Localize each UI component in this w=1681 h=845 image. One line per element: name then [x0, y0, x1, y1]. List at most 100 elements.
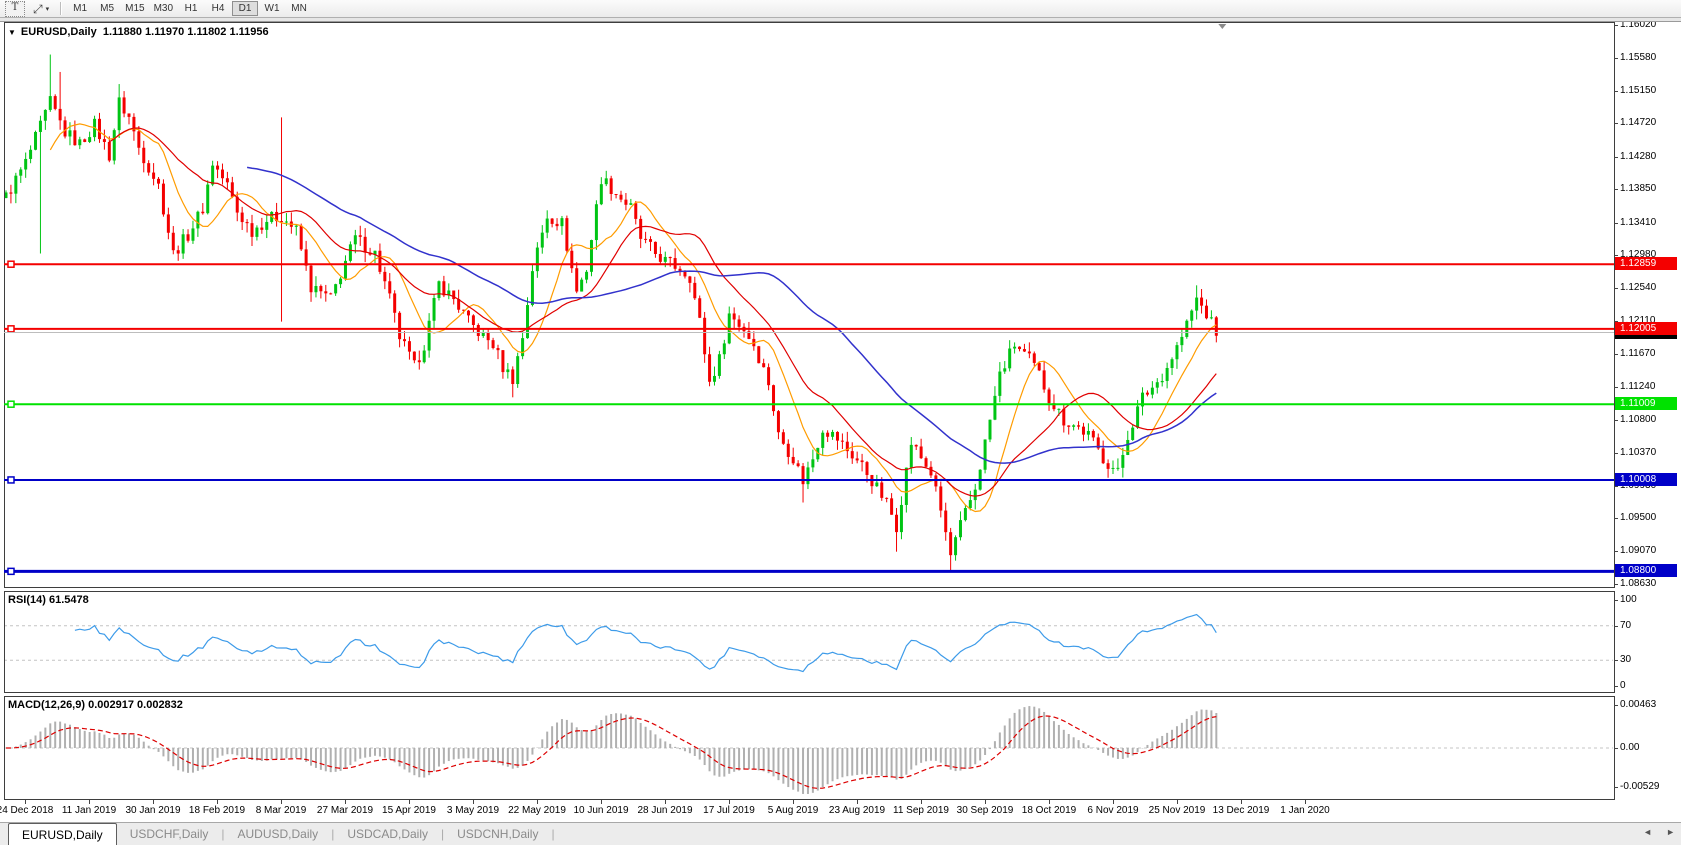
- chart-canvas[interactable]: [0, 0, 1681, 845]
- top-toolbar: T ⤢ ▾ M1 M5 M15 M30 H1 H4 D1 W1 MN: [0, 0, 1681, 18]
- level-price-label: 1.10008: [1615, 472, 1677, 486]
- rsi-tick-mark: [1614, 686, 1618, 687]
- price-tick-mark: [1614, 386, 1618, 388]
- cursor-tool-button[interactable]: ⤢ ▾: [33, 3, 49, 15]
- chart-title: ▼ EURUSD,Daily 1.11880 1.11970 1.11802 1.…: [8, 26, 269, 38]
- date-tick-mark: [345, 800, 346, 804]
- date-tick-label: 17 Jul 2019: [703, 805, 755, 816]
- chart-symbol: EURUSD,Daily: [20, 26, 97, 38]
- macd-layer: [5, 706, 1613, 794]
- date-tick-mark: [729, 800, 730, 804]
- timeframe-m15[interactable]: M15: [121, 1, 148, 16]
- price-tick-mark: [1614, 354, 1618, 356]
- scroll-right-icon[interactable]: ►: [1666, 827, 1675, 837]
- date-tick-mark: [921, 800, 922, 804]
- price-tick-mark: [1614, 550, 1618, 552]
- diagonal-arrows-icon: ⤢: [33, 1, 43, 16]
- timeframe-mn[interactable]: MN: [286, 1, 312, 16]
- rsi-tick-label: 30: [1620, 654, 1632, 666]
- rsi-label: RSI(14) 61.5478: [8, 594, 89, 606]
- date-tick-mark: [1177, 800, 1178, 804]
- date-tick-label: 13 Dec 2019: [1212, 805, 1270, 816]
- date-tick-label: 27 Mar 2019: [316, 805, 374, 816]
- timeframe-d1[interactable]: D1: [232, 1, 259, 16]
- date-tick-mark: [985, 800, 986, 804]
- macd-tick-mark: [1614, 786, 1618, 788]
- price-tick-label: 1.09070: [1620, 544, 1657, 556]
- price-tick-mark: [1614, 288, 1618, 290]
- tab-usdcnh[interactable]: USDCNH,Daily: [444, 824, 551, 844]
- date-tick-mark: [793, 800, 794, 804]
- timeframe-m30[interactable]: M30: [150, 1, 177, 16]
- level-price-label: 1.12859: [1615, 257, 1677, 271]
- date-tick-mark: [217, 800, 218, 804]
- chart-tab-bar: EURUSD,Daily USDCHF,Daily | AUDUSD,Daily | US…: [0, 822, 1681, 845]
- date-tick-label: 5 Aug 2019: [767, 805, 819, 816]
- price-tick-mark: [1614, 485, 1618, 487]
- macd-tick-mark: [1614, 748, 1618, 749]
- price-tick-mark: [1614, 584, 1618, 586]
- macd-label: MACD(12,26,9) 0.002917 0.002832: [8, 699, 183, 711]
- date-tick-label: 30 Sep 2019: [956, 805, 1014, 816]
- timeframe-m1[interactable]: M1: [67, 1, 93, 16]
- rsi-layer: [5, 613, 1613, 673]
- rsi-tick-label: 70: [1620, 619, 1632, 631]
- timeframe-group: M1 M5 M15 M30 H1 H4 D1 W1 MN: [67, 1, 312, 16]
- text-tool-icon[interactable]: T: [5, 0, 25, 17]
- timeframe-m5[interactable]: M5: [94, 1, 120, 16]
- date-tick-label: 8 Mar 2019: [255, 805, 307, 816]
- timeframe-h4[interactable]: H4: [205, 1, 231, 16]
- macd-tick-label: 0.00: [1620, 742, 1640, 753]
- price-tick-mark: [1614, 25, 1618, 27]
- date-tick-mark: [1241, 800, 1242, 804]
- price-tick-label: 1.10800: [1620, 414, 1657, 426]
- date-tick-label: 15 Apr 2019: [382, 805, 436, 816]
- price-tick-mark: [1614, 189, 1618, 191]
- price-tick-label: 1.14280: [1620, 150, 1657, 162]
- rsi-current-value: 61.5478: [48, 594, 89, 606]
- rsi-name: RSI(14): [8, 594, 46, 606]
- chevron-down-icon[interactable]: ▾: [46, 5, 50, 13]
- tab-usdchf[interactable]: USDCHF,Daily: [117, 824, 222, 844]
- timeframe-w1[interactable]: W1: [259, 1, 285, 16]
- price-tick-mark: [1614, 90, 1618, 92]
- tab-audusd[interactable]: AUDUSD,Daily: [225, 824, 332, 844]
- macd-tick-label: 0.00463: [1620, 699, 1657, 710]
- collapse-caret-icon[interactable]: ▼: [8, 28, 16, 37]
- macd-tick-label: -0.00529: [1620, 780, 1660, 792]
- scroll-left-icon[interactable]: ◄: [1643, 827, 1652, 837]
- tab-eurusd[interactable]: EURUSD,Daily: [8, 823, 117, 845]
- date-tick-label: 18 Oct 2019: [1021, 805, 1077, 816]
- level-price-label: 1.12005: [1615, 321, 1677, 335]
- price-tick-label: 1.11240: [1620, 380, 1656, 392]
- moving-averages-layer: [49, 123, 1217, 513]
- rsi-tick-mark: [1614, 625, 1618, 627]
- date-tick-label: 23 Aug 2019: [828, 805, 886, 816]
- date-tick-mark: [409, 800, 410, 804]
- window-edge: [0, 18, 1681, 22]
- tab-usdcad[interactable]: USDCAD,Daily: [334, 824, 441, 844]
- date-tick-label: 30 Jan 2019: [125, 805, 181, 816]
- price-tick-mark: [1614, 123, 1618, 125]
- date-tick-label: 1 Jan 2020: [1280, 805, 1330, 816]
- timeframe-h1[interactable]: H1: [178, 1, 204, 16]
- level-price-label: 1.08800: [1615, 564, 1677, 578]
- tab-separator: |: [551, 827, 555, 841]
- date-tick-mark: [537, 800, 538, 804]
- date-tick-label: 18 Feb 2019: [188, 805, 246, 816]
- price-tick-label: 1.12540: [1620, 282, 1657, 294]
- date-tick-label: 11 Jan 2019: [61, 805, 117, 816]
- date-tick-label: 22 May 2019: [508, 805, 566, 816]
- date-tick-mark: [1113, 800, 1114, 804]
- tab-scroll-arrows: ◄ ►: [1643, 827, 1675, 837]
- date-tick-mark: [281, 800, 282, 804]
- price-tick-label: 1.15580: [1620, 52, 1657, 64]
- toolbar-separator: [60, 2, 63, 15]
- chart-ohlc-values: 1.11880 1.11970 1.11802 1.11956: [102, 26, 269, 38]
- date-tick-label: 28 Jun 2019: [637, 805, 693, 816]
- date-tick-mark: [601, 800, 602, 804]
- macd-name: MACD(12,26,9): [8, 699, 86, 711]
- price-tick-label: 1.11670: [1620, 348, 1656, 360]
- price-tick-mark: [1614, 222, 1618, 224]
- price-tick-mark: [1614, 452, 1618, 454]
